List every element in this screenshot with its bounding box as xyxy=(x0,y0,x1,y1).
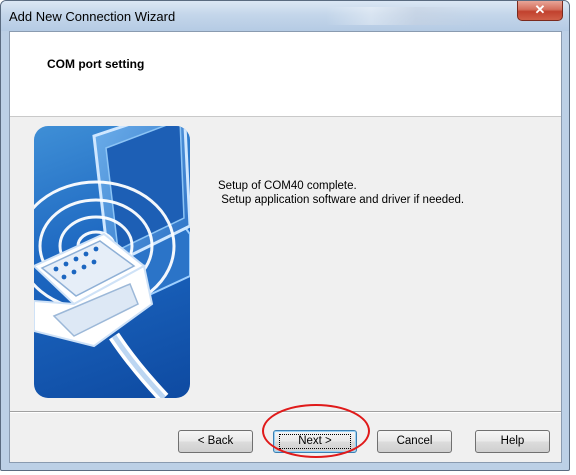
status-message: Setup of COM40 complete. Setup applicati… xyxy=(218,180,465,206)
title-bar-reflection xyxy=(326,7,476,25)
page-title: COM port setting xyxy=(47,57,145,71)
wizard-window: Add New Connection Wizard ✕ COM port set… xyxy=(0,0,570,471)
close-icon: ✕ xyxy=(534,2,546,17)
button-divider xyxy=(10,411,561,413)
serial-port-connection-illustration xyxy=(34,126,190,398)
serial-port-connection-icon xyxy=(34,126,190,398)
window-title: Add New Connection Wizard xyxy=(9,9,176,24)
focus-rectangle xyxy=(279,434,351,449)
back-button[interactable]: < Back xyxy=(178,430,253,453)
cancel-button[interactable]: Cancel xyxy=(377,430,452,453)
next-button[interactable]: Next > xyxy=(273,430,357,453)
wizard-header: COM port setting xyxy=(10,32,561,117)
help-button[interactable]: Help xyxy=(475,430,550,453)
title-bar[interactable]: Add New Connection Wizard ✕ xyxy=(1,1,569,31)
wizard-body: COM port setting Setup of COM40 complete… xyxy=(9,31,562,463)
close-button[interactable]: ✕ xyxy=(517,1,563,21)
